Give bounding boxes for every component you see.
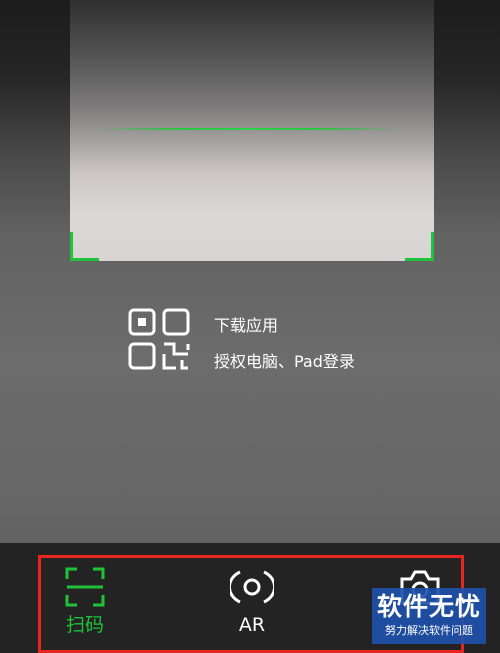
scan-line <box>98 128 398 130</box>
watermark-title: 软件无忧 <box>376 592 481 621</box>
tab-scan-label: 扫码 <box>65 614 104 636</box>
viewfinder-corner-bottom-left <box>70 232 99 261</box>
tab-ar-label: AR <box>238 614 266 636</box>
viewfinder-corner-bottom-right <box>405 232 434 261</box>
tab-ar[interactable]: AR <box>207 567 297 647</box>
watermark-logo: 软件无忧 努力解决软件问题 <box>372 588 486 644</box>
ar-target-icon <box>230 570 274 604</box>
scan-hint: 下载应用 授权电脑、Pad登录 <box>128 308 408 371</box>
scan-frame-icon <box>65 567 105 607</box>
scanner-screen: 下载应用 授权电脑、Pad登录 扫码 AR 软件无忧 努力解决软件问题 <box>0 0 500 653</box>
hint-authorize-login: 授权电脑、Pad登录 <box>214 352 355 371</box>
hint-text: 下载应用 授权电脑、Pad登录 <box>214 308 355 380</box>
tab-scan[interactable]: 扫码 <box>40 567 130 647</box>
qr-code-icon <box>128 308 190 370</box>
watermark-subtitle: 努力解决软件问题 <box>385 624 473 637</box>
hint-download-app: 下载应用 <box>214 316 279 335</box>
camera-viewfinder <box>70 0 434 261</box>
